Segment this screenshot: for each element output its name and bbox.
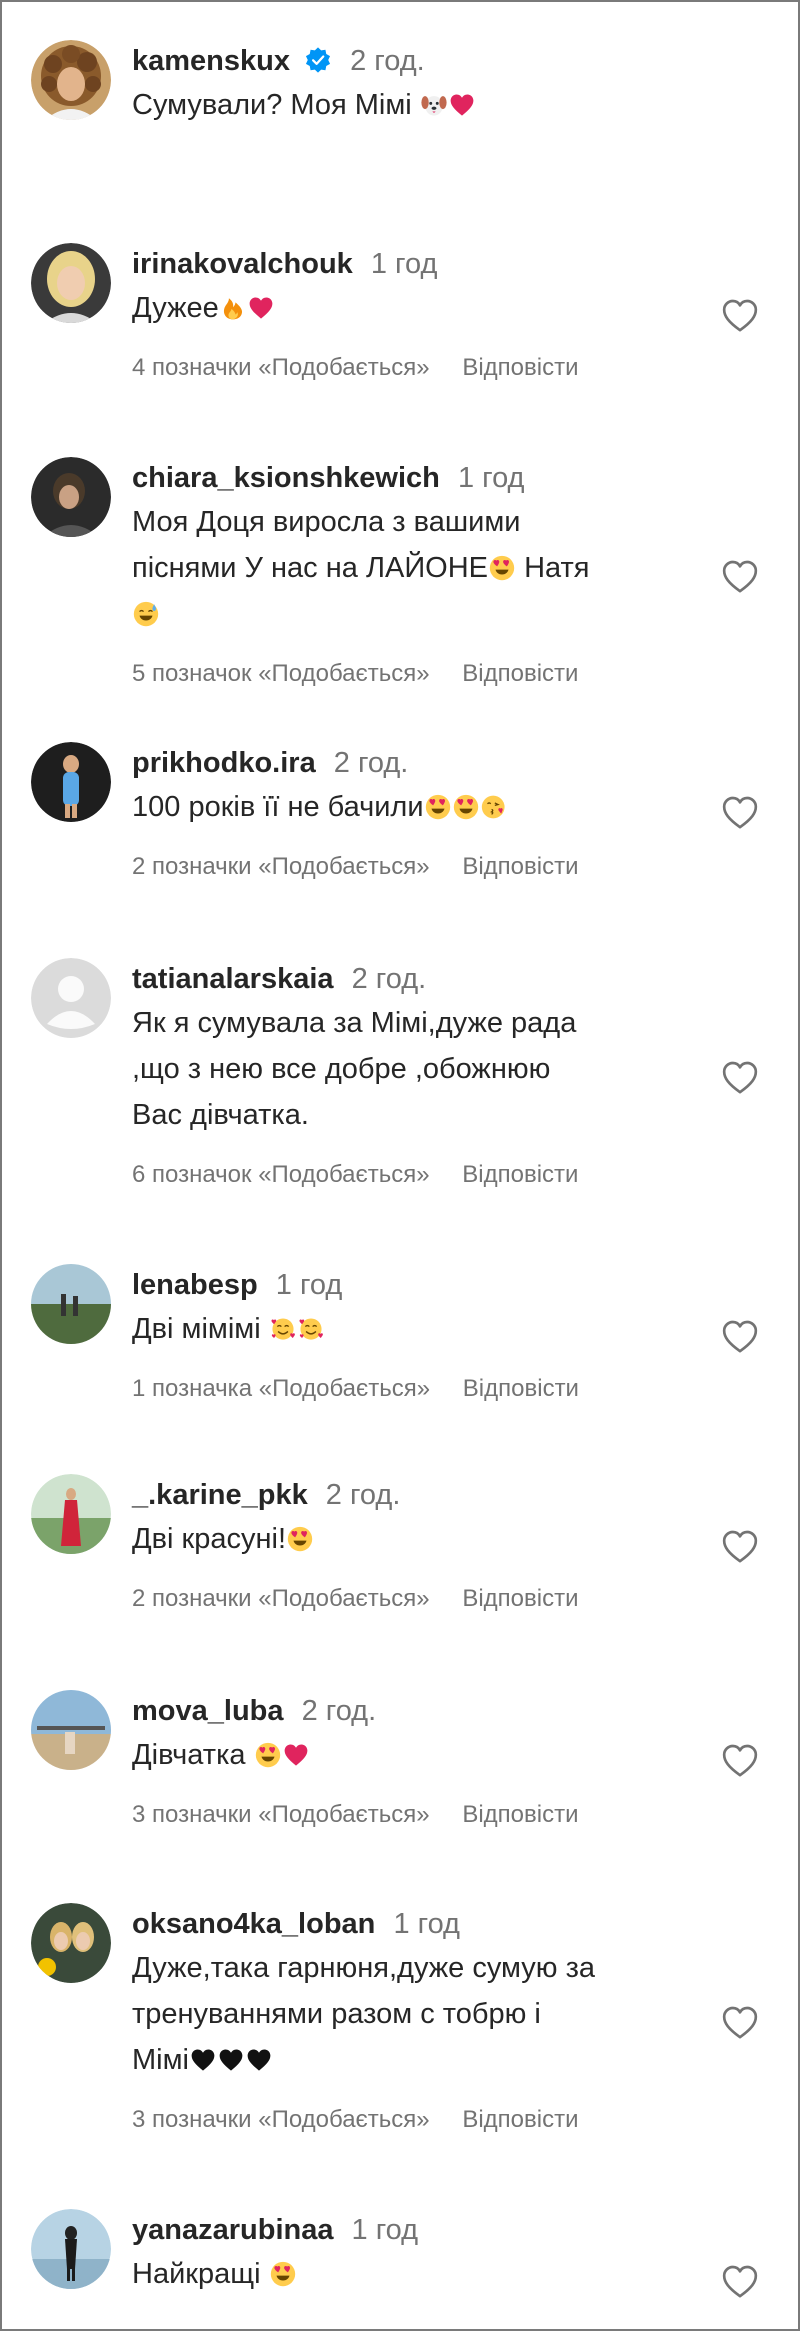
likes-count[interactable]: 2 позначки «Подобається» bbox=[132, 1585, 430, 1612]
likes-count[interactable]: 5 позначок «Подобається» bbox=[132, 660, 430, 687]
reply-button[interactable]: Відповісти bbox=[462, 354, 578, 381]
avatar[interactable] bbox=[31, 742, 111, 822]
comment-username[interactable]: mova_luba bbox=[132, 1695, 284, 1727]
smiling-hearts-icon bbox=[270, 1316, 296, 1342]
red-heart-icon bbox=[449, 92, 475, 118]
comment-username[interactable]: _.karine_pkk bbox=[132, 1479, 308, 1511]
black-heart-icon bbox=[190, 2047, 216, 2073]
avatar[interactable] bbox=[31, 1474, 111, 1554]
like-heart-icon[interactable] bbox=[720, 2003, 760, 2043]
like-heart-icon[interactable] bbox=[720, 557, 760, 597]
comment-text: Дуже,така гарнюня,дуже сумую за тренуван… bbox=[132, 1952, 596, 2076]
avatar[interactable] bbox=[31, 243, 111, 323]
red-heart-icon bbox=[248, 295, 274, 321]
comment-text: Дівчатка bbox=[132, 1732, 692, 1778]
heart-eyes-icon bbox=[287, 1526, 313, 1552]
reply-button[interactable]: Відповісти bbox=[462, 660, 578, 687]
like-heart-icon[interactable] bbox=[720, 1317, 760, 1357]
kissing-heart-icon bbox=[481, 794, 507, 820]
comment-text: Сумували? Моя Мімі bbox=[132, 82, 692, 128]
comment-username[interactable]: prikhodko.ira bbox=[132, 747, 316, 779]
likes-count[interactable]: 1 позначка «Подобається» bbox=[132, 1375, 430, 1402]
likes-count[interactable]: 3 позначки «Подобається» bbox=[132, 1801, 430, 1828]
likes-count[interactable]: 6 позначок «Подобається» bbox=[132, 1161, 430, 1188]
like-heart-icon[interactable] bbox=[720, 296, 760, 336]
comments-panel: kamenskux 2 год. Сумували? Моя Мімі irin… bbox=[0, 0, 800, 2331]
heart-eyes-icon bbox=[255, 1742, 281, 1768]
smiling-hearts-icon bbox=[298, 1316, 324, 1342]
comment-time[interactable]: 1 год bbox=[458, 462, 525, 494]
reply-button[interactable]: Відповісти bbox=[462, 853, 578, 880]
avatar[interactable] bbox=[31, 958, 111, 1038]
comment-text: Найкращі bbox=[132, 2251, 692, 2297]
comment-username[interactable]: yanazarubinaa bbox=[132, 2214, 333, 2246]
comment-username[interactable]: irinakovalchouk bbox=[132, 248, 353, 280]
verified-badge-icon bbox=[304, 46, 332, 74]
reply-button[interactable]: Відповісти bbox=[462, 1161, 578, 1188]
heart-eyes-icon bbox=[489, 555, 515, 581]
black-heart-icon bbox=[218, 2047, 244, 2073]
avatar[interactable] bbox=[31, 1903, 111, 1983]
dog-face-icon bbox=[421, 92, 447, 118]
reply-button[interactable]: Відповісти bbox=[462, 1801, 578, 1828]
likes-count[interactable]: 3 позначки «Подобається» bbox=[132, 2106, 430, 2133]
black-heart-icon bbox=[246, 2047, 272, 2073]
like-heart-icon[interactable] bbox=[720, 793, 760, 833]
heart-eyes-icon bbox=[270, 2261, 296, 2287]
heart-eyes-icon bbox=[453, 794, 479, 820]
comment-username[interactable]: tatianalarskaia bbox=[132, 963, 334, 995]
fire-icon bbox=[220, 295, 246, 321]
likes-count[interactable]: 2 позначки «Подобається» bbox=[132, 853, 430, 880]
comment-text: 100 років її не бачили bbox=[132, 784, 692, 830]
comment-time[interactable]: 1 год bbox=[393, 1908, 460, 1940]
comment-time[interactable]: 1 год bbox=[371, 248, 438, 280]
comment-time[interactable]: 2 год. bbox=[352, 963, 427, 995]
avatar[interactable] bbox=[31, 457, 111, 537]
likes-count[interactable]: 4 позначки «Подобається» bbox=[132, 354, 430, 381]
sweat-smile-icon bbox=[133, 601, 159, 627]
comment-username[interactable]: kamenskux bbox=[132, 45, 290, 77]
comment-username[interactable]: chiara_ksionshkewich bbox=[132, 462, 440, 494]
comment-username[interactable]: oksano4ka_loban bbox=[132, 1908, 375, 1940]
red-heart-icon bbox=[283, 1742, 309, 1768]
comment-text: Як я сумувала за Мімі,дуже рада ,що з не… bbox=[132, 1007, 577, 1131]
comment-text: Моя Доця виросла з вашими піснями У нас … bbox=[132, 499, 692, 637]
comment-time[interactable]: 1 год bbox=[352, 2214, 419, 2246]
comment-time[interactable]: 2 год. bbox=[326, 1479, 401, 1511]
reply-button[interactable]: Відповісти bbox=[462, 2106, 578, 2133]
comment-time[interactable]: 2 год. bbox=[350, 45, 425, 77]
like-heart-icon[interactable] bbox=[720, 1527, 760, 1567]
like-heart-icon[interactable] bbox=[720, 1741, 760, 1781]
avatar[interactable] bbox=[31, 1690, 111, 1770]
comment-text: Дві красуні! bbox=[132, 1516, 692, 1562]
like-heart-icon[interactable] bbox=[720, 1058, 760, 1098]
comment-time[interactable]: 2 год. bbox=[334, 747, 409, 779]
comment-time[interactable]: 2 год. bbox=[302, 1695, 377, 1727]
comment-username[interactable]: lenabesp bbox=[132, 1269, 258, 1301]
like-heart-icon[interactable] bbox=[720, 2262, 760, 2302]
heart-eyes-icon bbox=[425, 794, 451, 820]
avatar[interactable] bbox=[31, 2209, 111, 2289]
reply-button[interactable]: Відповісти bbox=[462, 1585, 578, 1612]
avatar[interactable] bbox=[31, 1264, 111, 1344]
avatar[interactable] bbox=[31, 40, 111, 120]
comment-time[interactable]: 1 год bbox=[276, 1269, 343, 1301]
comment-text: Дужее bbox=[132, 285, 692, 331]
comment-text: Дві мімімі bbox=[132, 1306, 692, 1352]
reply-button[interactable]: Відповісти bbox=[463, 1375, 579, 1402]
